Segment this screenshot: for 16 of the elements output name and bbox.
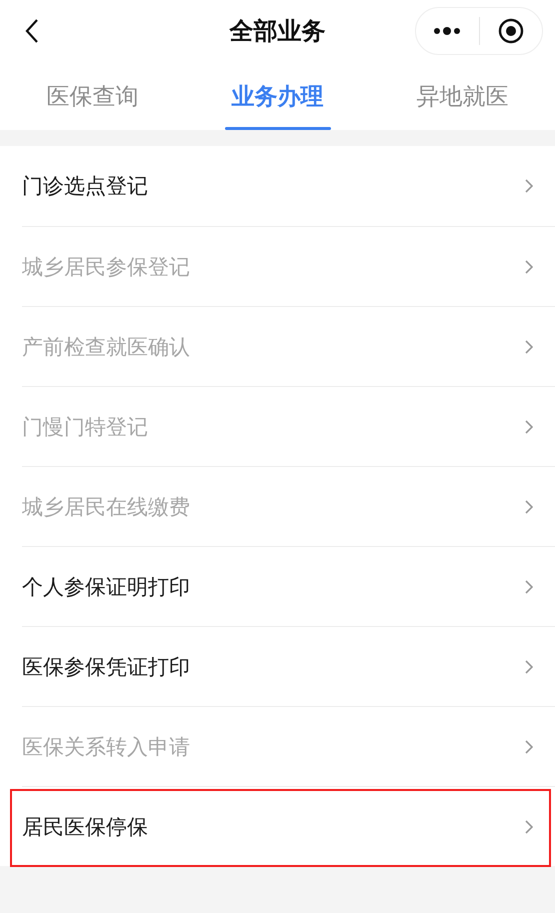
chevron-icon [525, 740, 533, 754]
chevron-icon [525, 340, 533, 354]
chevron-icon [525, 179, 533, 193]
page-title: 全部业务 [230, 16, 326, 47]
chevron-icon [525, 500, 533, 514]
tab[interactable]: 医保查询 [0, 62, 185, 130]
tab[interactable]: 业务办理 [185, 62, 370, 130]
chevron-icon [525, 580, 533, 594]
chevron-icon [525, 260, 533, 274]
back-icon [25, 18, 39, 44]
target-icon [498, 18, 524, 44]
more-icon [433, 26, 462, 36]
tab[interactable]: 异地就医 [370, 62, 555, 130]
chevron-icon [525, 660, 533, 674]
chevron-icon [525, 420, 533, 434]
chevron-icon [525, 820, 533, 834]
